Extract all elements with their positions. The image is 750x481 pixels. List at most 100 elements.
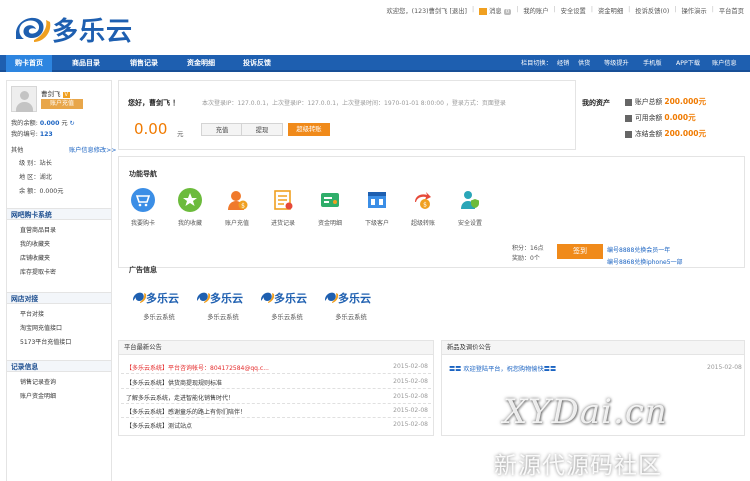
svg-text:多乐云: 多乐云 [338, 291, 371, 304]
sidebar-item-taobao[interactable]: 淘宝网充值接口 [20, 323, 62, 332]
vip-badge: V [62, 92, 70, 98]
notice-row[interactable]: 了解多乐云系统，走进智能化销售时代！ 2015-02-08 [126, 393, 428, 402]
site-logo[interactable]: 多乐云 [12, 12, 162, 46]
ad-logo-icon: 多乐云 [197, 291, 243, 304]
funds-icon [318, 188, 342, 212]
cart-icon [131, 188, 155, 212]
top-links: 欢迎您，(123)曹剑飞 [退出] | 消息 0 | 我的账户 | 安全设置 | … [386, 6, 744, 15]
demo-link[interactable]: 操作演示 [682, 6, 707, 15]
sidebar-item-platform[interactable]: 平台对接 [20, 309, 44, 318]
messages-link[interactable]: 消息 0 [479, 6, 512, 15]
function-favorites[interactable]: 我的收藏 [171, 188, 209, 227]
sidebar-item-shop-favorites[interactable]: 店铺收藏夹 [20, 253, 50, 262]
platform-home-link[interactable]: 平台首页 [719, 6, 744, 15]
available-icon [625, 114, 632, 122]
asset-available: 可用余额 0.000元 [625, 112, 696, 123]
svg-text:多乐云: 多乐云 [146, 291, 179, 304]
redeem-link-iphone[interactable]: 编号8868兑换iphone5一部 [607, 257, 683, 266]
super-transfer-button[interactable]: 超级转账 [288, 123, 330, 136]
coins-count: 奖励：0个 [512, 255, 540, 262]
notice-row[interactable]: 【多乐云系统】测试站点 2015-02-08 [126, 421, 428, 430]
divider [121, 417, 431, 418]
nav-complaints[interactable]: 投诉反馈 [234, 55, 280, 72]
id-line: 我的编号: 123 [11, 131, 53, 138]
function-purchase-records[interactable]: 进货记录 [264, 188, 302, 227]
balance-line: 我的余额: 0.000 元 ↻ [11, 120, 75, 127]
account-recharge-button[interactable]: 账户充值 [41, 99, 83, 109]
frozen-icon [625, 130, 632, 138]
account-modify-link[interactable]: 账户信息修改>> [69, 145, 117, 154]
my-account-link[interactable]: 我的账户 [523, 6, 548, 15]
section-title-shop: 网店对接 [7, 292, 111, 304]
sidebar-item-5173[interactable]: 5173平台充值接口 [20, 337, 71, 346]
sidebar-item-favorites[interactable]: 我的收藏夹 [20, 239, 50, 248]
svg-text:多乐云: 多乐云 [52, 17, 133, 46]
ad-item[interactable]: 多乐云 多乐云系统 [131, 290, 187, 321]
funds-link[interactable]: 资金明细 [598, 6, 623, 15]
function-title: 功能导航 [129, 170, 157, 178]
svg-text:$: $ [241, 203, 245, 210]
function-security[interactable]: 安全设置 [451, 188, 489, 227]
star-icon [178, 188, 202, 212]
logout-link[interactable]: 退出 [452, 8, 465, 15]
svg-text:多乐云: 多乐云 [274, 291, 307, 304]
nav-distribution[interactable]: 经销 [557, 55, 569, 72]
message-icon [479, 7, 488, 15]
section-title-records: 记录信息 [7, 360, 111, 372]
nav-sales[interactable]: 销售记录 [121, 55, 167, 72]
svg-text:多乐云: 多乐云 [210, 291, 243, 304]
nav-supply[interactable]: 供货 [578, 55, 590, 72]
message-count-badge: 0 [503, 9, 512, 15]
nav-upgrade[interactable]: 等级提升 [604, 55, 629, 72]
nav-mobile[interactable]: 手机版 [643, 55, 662, 72]
sidebar-item-stock[interactable]: 库存提取卡密 [20, 267, 56, 276]
function-recharge[interactable]: $ 账户充值 [218, 188, 256, 227]
notice-row[interactable]: 【多乐云系统】平台咨询帐号：804172584@qq.c... 2015-02-0… [126, 363, 428, 372]
other-line: 其他 账户信息修改>> [11, 147, 117, 154]
sidebar-item-sales-records[interactable]: 销售记录查询 [20, 377, 56, 386]
ad-item[interactable]: 多乐云 多乐云系统 [323, 290, 379, 321]
watermark-caption: 新源代源码社区 [494, 453, 662, 479]
notice-row[interactable]: 【多乐云系统】供货商提现规则标准 2015-02-08 [126, 378, 428, 387]
redeem-link-vip[interactable]: 编号8888兑换会员一年 [607, 245, 670, 254]
avatar [11, 86, 37, 112]
nav-app[interactable]: APP下载 [676, 55, 700, 72]
function-fund-details[interactable]: 资金明细 [311, 188, 349, 227]
sidebar-username: 曹剑飞 V [41, 90, 70, 98]
sidebar-item-catalog[interactable]: 直营商品目录 [20, 225, 56, 234]
ad-item[interactable]: 多乐云 多乐云系统 [195, 290, 251, 321]
recharge-icon: $ [225, 188, 249, 212]
customers-icon [365, 188, 389, 212]
watermark-domain: XYDai.cn [503, 392, 668, 432]
products-notice-text[interactable]: 〓〓 欢迎登陆平台，祝您购物愉快〓〓 [449, 364, 556, 373]
notice-row[interactable]: 【多乐云系统】感谢童乐的路上有你们陪伴！ 2015-02-08 [126, 407, 428, 416]
signin-button[interactable]: 签到 [557, 244, 603, 259]
ad-item[interactable]: 多乐云 多乐云系统 [259, 290, 315, 321]
asset-frozen: 冻结金额 200.000元 [625, 128, 706, 139]
recharge-button[interactable]: 充值 [201, 123, 243, 136]
function-buy-card[interactable]: 我要购卡 [124, 188, 162, 227]
function-super-transfer[interactable]: $ 超级转账 [404, 188, 442, 227]
nav-catalog[interactable]: 商品目录 [63, 55, 109, 72]
nav-funds[interactable]: 资金明细 [178, 55, 224, 72]
complaints-link[interactable]: 投诉反馈(0) [635, 6, 669, 15]
refresh-icon[interactable]: ↻ [70, 120, 75, 127]
sidebar-item-fund-details[interactable]: 账户资金明细 [20, 391, 56, 400]
nav-switch-label: 栏目切换： [521, 60, 552, 67]
products-notice-title: 新品及调价公告 [442, 341, 744, 355]
asset-total: 账户总额 200.000元 [625, 96, 706, 107]
id-value: 123 [39, 131, 53, 138]
points-count: 积分：16点 [512, 245, 544, 252]
region-line: 地 区：湖北 [19, 174, 52, 181]
bail-line: 余 额：0.000元 [19, 188, 64, 195]
notice-title: 平台最新公告 [119, 341, 433, 355]
ad-logo-icon: 多乐云 [133, 291, 179, 304]
nav-account-info[interactable]: 账户信息 [712, 55, 737, 72]
nav-buy-home[interactable]: 购卡首页 [6, 55, 52, 72]
security-link[interactable]: 安全设置 [561, 6, 586, 15]
function-subordinate-customers[interactable]: 下级客户 [358, 188, 396, 227]
withdraw-button[interactable]: 提现 [241, 123, 283, 136]
ad-logo-icon: 多乐云 [261, 291, 307, 304]
ads-title: 广告信息 [129, 266, 157, 274]
welcome-title: 您好，曹剑飞 ！ [128, 99, 180, 107]
